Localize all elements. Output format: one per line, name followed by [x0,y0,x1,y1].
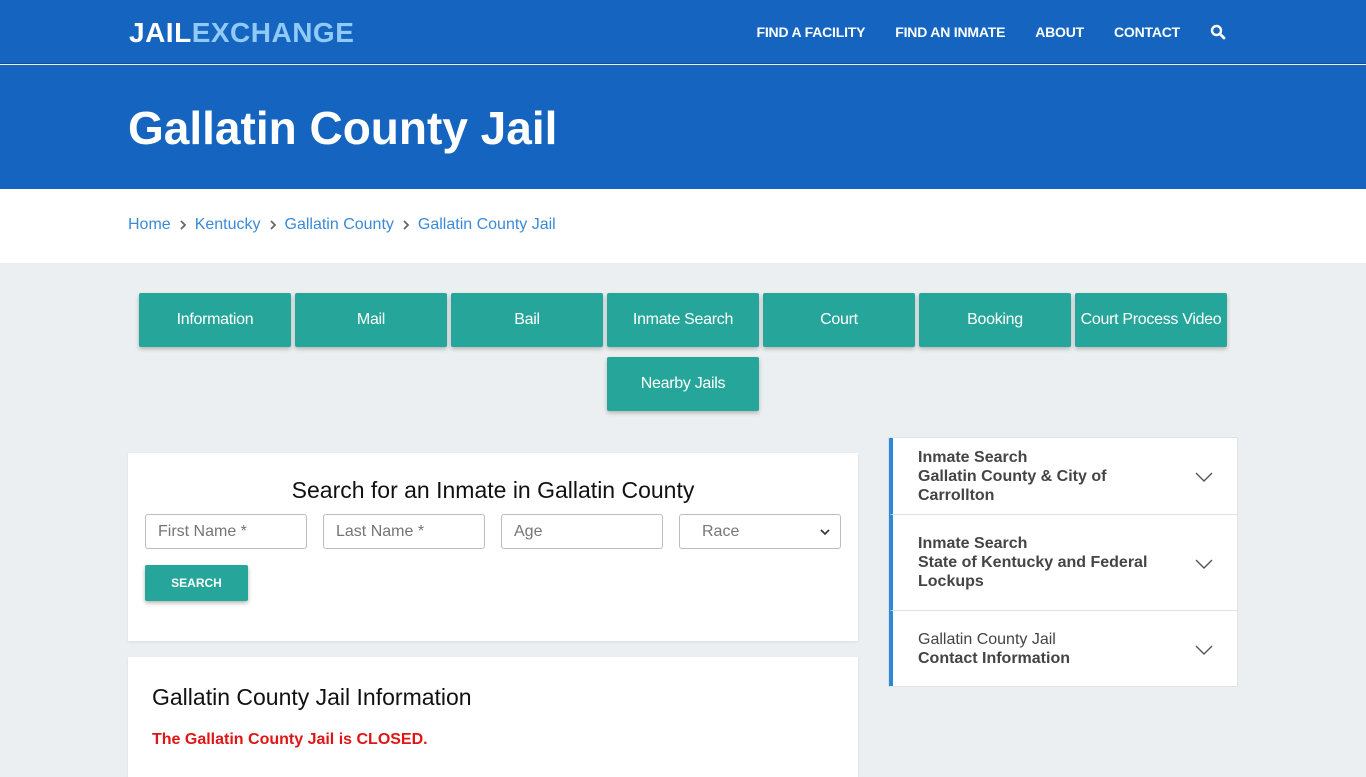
accordion-item-contact-information[interactable]: Gallatin County Jail Contact Information [889,611,1237,686]
accordion-item-heading: Inmate Search [918,448,1028,466]
accordion-item-subheading: State of Kentucky and Federal Lockups [918,554,1148,590]
race-select-value: Race [702,522,740,540]
logo-exchange: EXCHANGE [191,17,355,48]
breadcrumb-county[interactable]: Gallatin County [285,216,394,234]
chevron-down-icon[interactable] [1195,557,1213,569]
tab-court[interactable]: Court [763,293,915,347]
breadcrumb-state[interactable]: Kentucky [195,216,261,234]
nav-about[interactable]: ABOUT [1035,24,1084,40]
page-title: Gallatin County Jail [128,102,558,154]
accordion-item-county-inmate-search[interactable]: Inmate Search Gallatin County & City of … [889,438,1237,515]
sidebar-accordion: Inmate Search Gallatin County & City of … [888,437,1238,687]
accordion-item-state-federal-search[interactable]: Inmate Search State of Kentucky and Fede… [889,515,1237,611]
chevron-right-icon [171,217,195,233]
search-button[interactable]: SEARCH [145,565,248,601]
nav-find-inmate[interactable]: FIND AN INMATE [895,24,1005,40]
closed-status-text: The Gallatin County Jail is CLOSED. [152,731,428,748]
search-icon[interactable] [1210,24,1226,40]
last-name-input[interactable] [336,522,472,541]
race-select[interactable]: Race [679,514,841,549]
top-navbar: JAILEXCHANGE FIND A FACILITY FIND AN INM… [0,0,1366,64]
page-hero: Gallatin County Jail [0,65,1366,189]
site-logo[interactable]: JAILEXCHANGE [129,17,354,49]
chevron-right-icon [261,217,285,233]
jail-information-card: Gallatin County Jail Information The Gal… [128,657,858,777]
search-card-title: Search for an Inmate in Gallatin County [291,477,695,503]
age-field[interactable] [501,514,663,549]
chevron-right-icon [394,217,418,233]
tab-mail[interactable]: Mail [295,293,447,347]
last-name-field[interactable] [323,514,485,549]
accordion-item-subheading: Gallatin County & City of Carrollton [918,467,1107,504]
inmate-search-card: Search for an Inmate in Gallatin County … [128,453,858,641]
logo-jail: JAIL [129,17,192,48]
nav-find-facility[interactable]: FIND A FACILITY [757,24,866,40]
tab-court-process-video[interactable]: Court Process Video [1075,293,1227,347]
first-name-input[interactable] [158,522,294,541]
section-tabs-row-2: Nearby Jails [0,357,1366,411]
first-name-field[interactable] [145,514,307,549]
tab-booking[interactable]: Booking [919,293,1071,347]
accordion-item-subheading: Contact Information [918,649,1070,667]
accordion-item-heading: Inmate Search [918,535,1028,552]
chevron-down-icon[interactable] [1195,470,1213,482]
breadcrumb-bar: Home Kentucky Gallatin County Gallatin C… [0,189,1366,263]
section-tabs-row-1: Information Mail Bail Inmate Search Cour… [0,293,1366,347]
age-input[interactable] [514,522,650,541]
tab-nearby-jails[interactable]: Nearby Jails [607,357,759,411]
main-nav: FIND A FACILITY FIND AN INMATE ABOUT CON… [727,0,1226,64]
info-title: Gallatin County Jail Information [152,684,472,710]
chevron-down-icon [820,523,830,541]
tab-inmate-search[interactable]: Inmate Search [607,293,759,347]
breadcrumb-current[interactable]: Gallatin County Jail [418,216,556,234]
breadcrumb-home[interactable]: Home [128,216,171,234]
accordion-item-heading: Gallatin County Jail [918,630,1056,648]
tab-bail[interactable]: Bail [451,293,603,347]
chevron-down-icon[interactable] [1195,643,1213,655]
tab-information[interactable]: Information [139,293,291,347]
nav-contact[interactable]: CONTACT [1114,24,1180,40]
breadcrumb: Home Kentucky Gallatin County Gallatin C… [128,216,556,234]
